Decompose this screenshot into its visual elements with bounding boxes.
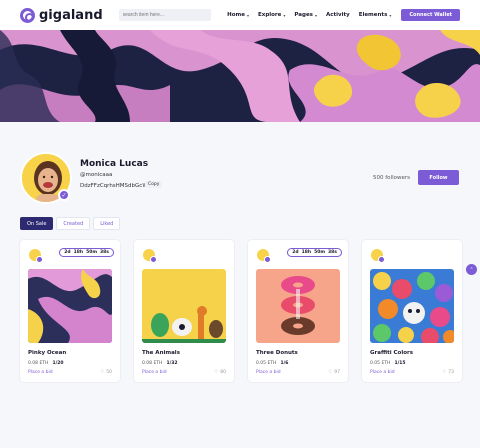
place-bid-link[interactable]: Place a bid bbox=[370, 370, 395, 375]
chevron-up-icon: ⌃ bbox=[469, 266, 474, 273]
countdown-timer: 2d 18h 50m 38s bbox=[287, 248, 342, 257]
heart-icon: ♡ bbox=[214, 370, 219, 375]
verified-check-icon: ✓ bbox=[58, 189, 70, 201]
nft-card[interactable]: Graffiti Colors 0.05 ETH 1/15 Place a bid… bbox=[362, 240, 462, 382]
nft-card[interactable]: 2d 18h 50m 38s Three Donuts 0.05 ETH 1/6 Pla… bbox=[248, 240, 348, 382]
follow-button[interactable]: Follow bbox=[418, 170, 459, 185]
profile-handle: @monicaaa bbox=[80, 172, 113, 178]
nft-image[interactable] bbox=[28, 269, 112, 343]
copy-address-button[interactable]: Copy bbox=[145, 181, 163, 188]
nav-pages[interactable]: Pages ▾ bbox=[294, 12, 317, 18]
main-nav: Home ▾ Explore ▾ Pages ▾ Activity Elements ▾ bbox=[227, 12, 391, 18]
followers-count: 500 followers bbox=[373, 175, 410, 181]
countdown-timer: 2d 18h 50m 38s bbox=[59, 248, 114, 257]
author-avatar[interactable] bbox=[370, 248, 385, 263]
tab-on-sale[interactable]: On Sale bbox=[20, 217, 54, 230]
nft-title[interactable]: Graffiti Colors bbox=[370, 350, 413, 356]
heart-icon: ♡ bbox=[100, 370, 105, 375]
nav-activity[interactable]: Activity bbox=[326, 12, 350, 18]
author-avatar[interactable] bbox=[28, 248, 43, 263]
author-avatar[interactable] bbox=[256, 248, 271, 263]
chevron-down-icon: ▾ bbox=[247, 12, 250, 18]
nft-title[interactable]: Pinky Ocean bbox=[28, 350, 66, 356]
place-bid-link[interactable]: Place a bid bbox=[142, 370, 167, 375]
logo[interactable]: gigaland bbox=[20, 7, 103, 23]
nft-title[interactable]: Three Donuts bbox=[256, 350, 298, 356]
tab-created[interactable]: Created bbox=[56, 217, 91, 230]
nft-price: 0.05 ETH 1/6 bbox=[256, 361, 289, 366]
like-button[interactable]: ♡ 73 bbox=[442, 370, 454, 375]
logo-icon bbox=[20, 7, 35, 23]
profile-tabs: On Sale Created Liked bbox=[20, 217, 121, 230]
header: gigaland Home▾ Explore▾ Pages▾ Activity … bbox=[0, 0, 480, 30]
logo-text: gigaland bbox=[39, 7, 103, 23]
nft-card[interactable]: The Animals 0.08 ETH 1/32 Place a bid ♡ 80 bbox=[134, 240, 234, 382]
nft-card[interactable]: 2d 18h 50m 38s Pinky Ocean 0.08 ETH 1/20 Pla… bbox=[20, 240, 120, 382]
place-bid-link[interactable]: Place a bid bbox=[256, 370, 281, 375]
nft-image[interactable] bbox=[142, 269, 226, 343]
nft-card-list: 2d 18h 50m 38s Pinky Ocean 0.08 ETH 1/20 Pla… bbox=[20, 240, 462, 382]
like-button[interactable]: ♡ 50 bbox=[100, 370, 112, 375]
wallet-address: DdzFFzCqrhsHMSdbGcW... bbox=[80, 183, 153, 189]
place-bid-link[interactable]: Place a bid bbox=[28, 370, 53, 375]
nft-price: 0.08 ETH 1/20 bbox=[28, 361, 64, 366]
banner-image bbox=[0, 30, 480, 122]
page: gigaland Home▾ Explore▾ Pages▾ Activity … bbox=[0, 0, 480, 448]
scroll-up-button[interactable]: ⌃ bbox=[466, 264, 477, 275]
like-button[interactable]: ♡ 97 bbox=[328, 370, 340, 375]
chevron-down-icon: ▾ bbox=[283, 12, 286, 18]
heart-icon: ♡ bbox=[442, 370, 447, 375]
profile-name: Monica Lucas bbox=[80, 159, 149, 169]
tab-liked[interactable]: Liked bbox=[93, 217, 121, 230]
nft-image[interactable] bbox=[370, 269, 454, 343]
nft-image[interactable] bbox=[256, 269, 340, 343]
chevron-down-icon: ▾ bbox=[314, 12, 317, 18]
chevron-down-icon: ▾ bbox=[389, 12, 392, 18]
nav-elements[interactable]: Elements ▾ bbox=[359, 12, 392, 18]
author-avatar[interactable] bbox=[142, 248, 157, 263]
heart-icon: ♡ bbox=[328, 370, 333, 375]
nav-home[interactable]: Home ▾ bbox=[227, 12, 249, 18]
nft-title[interactable]: The Animals bbox=[142, 350, 180, 356]
nft-price: 0.08 ETH 1/32 bbox=[142, 361, 178, 366]
search-input[interactable] bbox=[118, 9, 211, 21]
nav-explore[interactable]: Explore ▾ bbox=[258, 12, 285, 18]
like-button[interactable]: ♡ 80 bbox=[214, 370, 226, 375]
nft-price: 0.05 ETH 1/15 bbox=[370, 361, 406, 366]
profile-banner bbox=[0, 30, 480, 122]
connect-wallet-button[interactable]: Connect Wallet bbox=[401, 9, 460, 21]
